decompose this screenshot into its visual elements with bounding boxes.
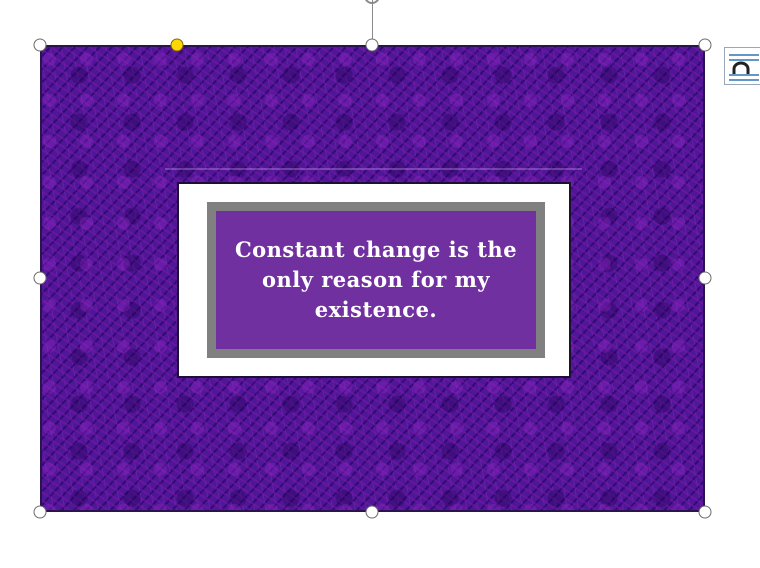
resize-handle-middle-right[interactable] — [698, 271, 712, 285]
grey-border-frame: Constant change is the only reason for m… — [207, 202, 545, 358]
resize-handle-top-left[interactable] — [33, 38, 47, 52]
resize-handle-middle-left[interactable] — [33, 271, 47, 285]
white-mat-frame: Constant change is the only reason for m… — [177, 182, 571, 378]
resize-handle-top-right[interactable] — [698, 38, 712, 52]
shape-adjust-handle[interactable] — [170, 38, 184, 52]
resize-handle-bottom-right[interactable] — [698, 505, 712, 519]
selected-picture-shape[interactable]: Constant change is the only reason for m… — [40, 45, 705, 512]
layout-options-button[interactable] — [724, 47, 760, 85]
resize-handle-top-center[interactable] — [365, 38, 379, 52]
quote-text: Constant change is the only reason for m… — [234, 237, 518, 322]
resize-handle-bottom-left[interactable] — [33, 505, 47, 519]
layout-options-icon — [729, 54, 759, 81]
rotate-icon[interactable] — [361, 0, 383, 6]
resize-handle-bottom-center[interactable] — [365, 505, 379, 519]
quote-text-box[interactable]: Constant change is the only reason for m… — [216, 211, 536, 349]
document-canvas: Constant change is the only reason for m… — [0, 0, 760, 568]
